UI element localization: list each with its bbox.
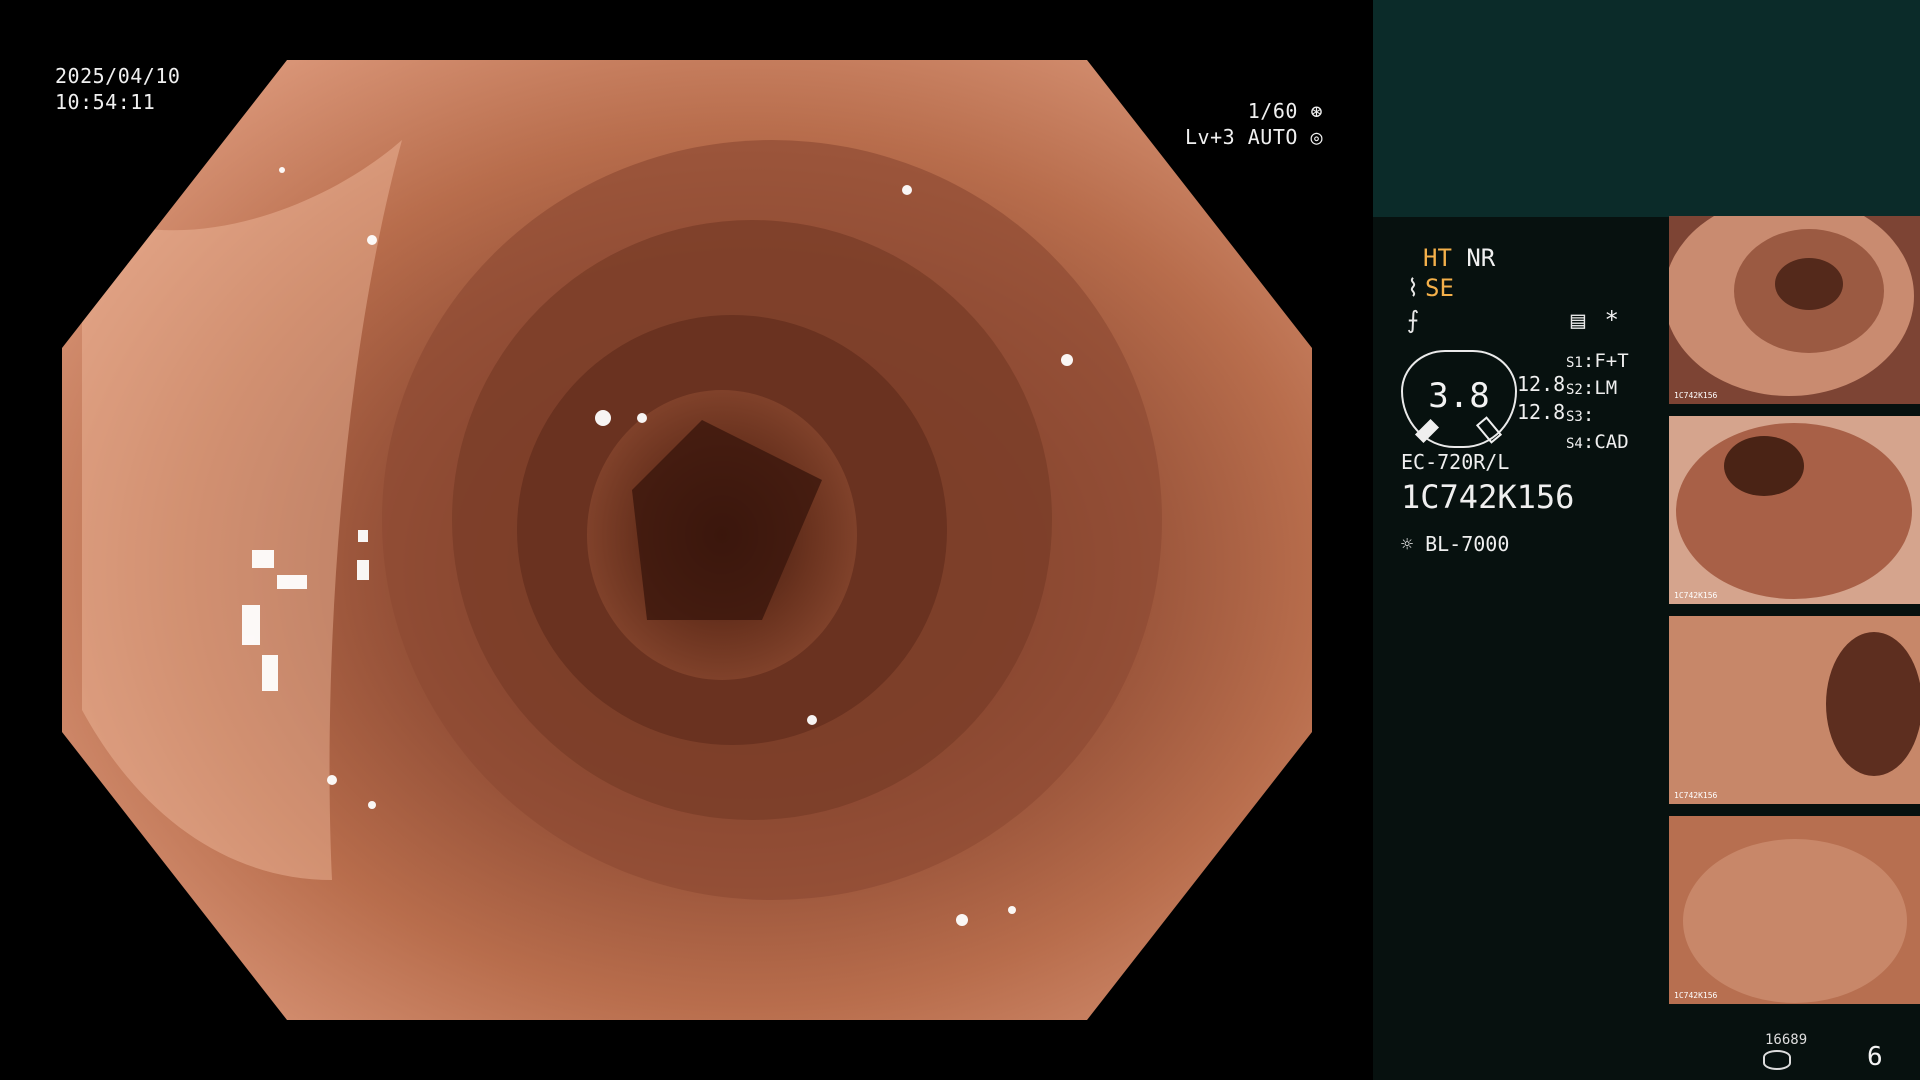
endoscopy-image — [62, 60, 1312, 1020]
scope-serial: 1C742K156 — [1401, 478, 1575, 516]
s4-value: CAD — [1594, 431, 1629, 453]
storage-icon — [1763, 1050, 1791, 1070]
thumbnail-strip: 1C742K156 1C742K156 1C742K156 1C742K156 — [1669, 216, 1920, 1016]
record-icon: ▤ — [1570, 306, 1586, 334]
ht-indicator: HT — [1423, 244, 1452, 272]
brightness-level: Lv+3 — [1185, 125, 1236, 149]
light-source-row: ☼ BL-7000 — [1401, 532, 1509, 556]
s2-value: LM — [1594, 377, 1618, 399]
thumbnail-1[interactable]: 1C742K156 — [1669, 216, 1920, 404]
dial-value: 3.8 — [1428, 376, 1490, 416]
structure-enhance-icon: ⌇ — [1407, 274, 1419, 302]
ht-nr-row: HT NR — [1423, 244, 1495, 272]
storage-count: 16689 — [1765, 1032, 1808, 1048]
fx-row: ⨍ — [1401, 306, 1425, 334]
shutter-icon: ⊛ — [1310, 99, 1323, 123]
thumbnail-3[interactable]: 1C742K156 — [1669, 616, 1920, 804]
exam-date: 2025/04/10 — [55, 64, 181, 88]
switch-settings: S1:F+T S2:LM S3: S4:CAD — [1566, 350, 1629, 453]
page-number: 6 — [1867, 1042, 1883, 1072]
date-time-overlay: 2025/04/10 10:54:11 — [55, 63, 180, 115]
exam-time: 10:54:11 — [55, 90, 156, 114]
asterisk-mark: * — [1604, 306, 1619, 334]
thumbnail-serial: 1C742K156 — [1674, 391, 1718, 400]
exposure-overlay: 1/60 ⊛ Lv+3 AUTO ◎ — [1185, 98, 1323, 150]
record-row: ▤ * — [1566, 306, 1619, 334]
s1-value: F+T — [1594, 350, 1629, 372]
nr-indicator: NR — [1466, 244, 1496, 272]
dial-pointer-right — [1475, 416, 1503, 444]
shutter-speed: 1/60 — [1247, 99, 1298, 123]
auto-mode-icon: ◎ — [1310, 125, 1323, 149]
se-indicator: SE — [1425, 274, 1454, 302]
zoom-dial: 3.8 — [1401, 350, 1517, 448]
exposure-mode: AUTO — [1247, 125, 1298, 149]
zoom-values: 12.8 12.8 — [1517, 372, 1565, 424]
light-source-icon: ☼ — [1401, 532, 1414, 556]
light-source: BL-7000 — [1425, 532, 1510, 556]
scope-model: EC-720R/L — [1401, 450, 1510, 474]
s2-key: S2 — [1566, 382, 1583, 398]
s1-key: S1 — [1566, 355, 1583, 371]
info-panel: HT NR ⌇ SE ⨍ ▤ * 3.8 12.8 12.8 S1:F+T S2:… — [1373, 0, 1920, 1080]
thumbnail-2[interactable]: 1C742K156 — [1669, 416, 1920, 604]
zoom-value-a: 12.8 — [1517, 372, 1566, 396]
thumbnail-serial: 1C742K156 — [1674, 991, 1718, 1000]
s4-key: S4 — [1566, 436, 1583, 452]
s3-key: S3 — [1566, 409, 1583, 425]
thumbnail-4[interactable]: 1C742K156 — [1669, 816, 1920, 1004]
panel-header — [1373, 0, 1920, 217]
thumbnail-serial: 1C742K156 — [1674, 791, 1718, 800]
thumbnail-serial: 1C742K156 — [1674, 591, 1718, 600]
endoscope-view: 2025/04/10 10:54:11 1/60 ⊛ Lv+3 AUTO ◎ — [0, 0, 1373, 1080]
dial-pointer-left — [1414, 418, 1440, 444]
zoom-value-b: 12.8 — [1517, 400, 1566, 424]
edge-enhance-icon: ⨍ — [1406, 306, 1420, 334]
se-row: ⌇ SE — [1401, 274, 1454, 302]
